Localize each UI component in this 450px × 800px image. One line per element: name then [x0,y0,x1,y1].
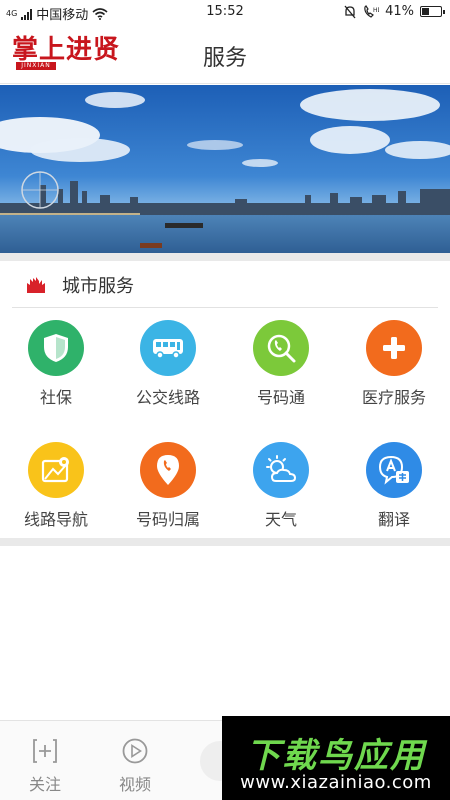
watermark-url: www.xiazainiao.com [240,772,432,793]
watermark-main-text: 下载鸟应用 [246,736,426,776]
watermark-banner: 下载鸟应用 www.xiazainiao.com [222,716,450,800]
service-translate[interactable]: 翻译 [338,442,450,542]
service-social-security[interactable]: 社保 [0,320,112,420]
service-phone-lookup[interactable]: 号码通 [225,320,337,420]
map-navigation-icon [41,457,69,483]
app-header: 掌上进贤 JINXIAN 服务 [0,24,450,84]
service-label: 翻译 [377,510,410,529]
service-icon-bg [140,442,196,498]
battery-percent: 41% [385,4,414,19]
battery-icon [420,6,445,17]
phone-search-icon [267,334,296,363]
svg-text:HD: HD [373,7,379,14]
service-label: 公交线路 [135,388,200,407]
status-right: HD 41% [343,4,445,19]
battery-fill [422,8,429,15]
call-hd-icon: HD [364,4,379,18]
nav-label: 视频 [118,775,151,794]
status-bar: 4G 中国移动 15:52 HD 41% [0,0,450,24]
service-label: 线路导航 [23,510,88,529]
section-divider-top [0,253,450,261]
follow-plus-icon [33,739,57,763]
medical-cross-icon [383,337,405,359]
service-icon-bg [253,320,309,376]
service-label: 医疗服务 [361,388,426,407]
weather-icon [266,455,297,482]
service-weather[interactable]: 天气 [225,442,337,542]
city-buildings-icon [27,277,45,293]
nav-label: 关注 [28,775,61,794]
section-title: 城市服务 [62,276,134,297]
service-phone-location[interactable]: 号码归属 [112,442,224,542]
service-icon-bg [253,442,309,498]
city-services-header: 城市服务 [12,261,438,308]
phone-location-icon [157,455,179,485]
nav-item-video[interactable]: 视频 [90,721,180,800]
service-medical[interactable]: 医疗服务 [338,320,450,420]
service-icon-bg [140,320,196,376]
service-label: 号码通 [256,388,305,407]
video-play-icon [122,738,148,764]
service-bus-routes[interactable]: 公交线路 [112,320,224,420]
service-icon-bg [366,442,422,498]
service-icon-bg [28,442,84,498]
bell-muted-icon [344,5,356,18]
shield-icon [44,334,68,362]
translate-icon [378,455,409,485]
service-route-navigation[interactable]: 线路导航 [0,442,112,542]
service-label: 号码归属 [135,510,200,529]
bus-icon [153,339,183,359]
city-skyline-illustration [0,85,450,253]
service-icon-bg [366,320,422,376]
service-label: 天气 [264,510,297,529]
section-divider-bottom [0,538,450,546]
page-title: 服务 [202,46,247,71]
service-label: 社保 [39,388,72,407]
city-banner-image[interactable] [0,85,450,253]
service-icon-bg [28,320,84,376]
nav-item-follow[interactable]: 关注 [0,721,90,800]
